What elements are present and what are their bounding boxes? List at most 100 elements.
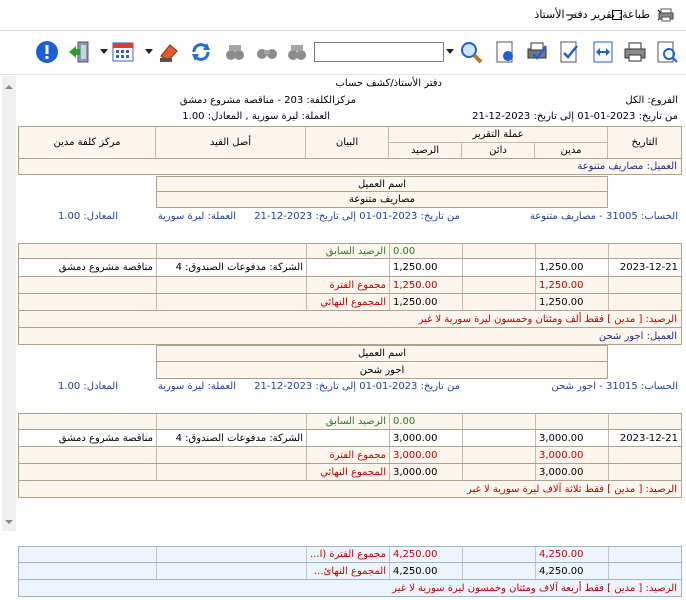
cost-center-cell: مناقصة مشروع دمشق [58,432,153,444]
client-name-label: اسم العميل [156,176,608,192]
debit-cell: 1,250.00 [535,259,608,276]
col-statement: البيان [306,127,389,158]
binoculars-icon [257,49,277,59]
balance-words: الرصيد: [ مدين ] فقط ثلاثة آلاف ليرة سور… [467,484,677,495]
period-balance: 1,250.00 [393,279,438,291]
final-balance: 3,000.00 [389,464,462,480]
final-debit: 1,250.00 [535,294,608,310]
grand-period-total-row: مجموع الفترة (ا... 4,250.00 4,250.00 [18,546,682,563]
column-header: مركز كلفة مدين أصل القيد البيان عملة الت… [18,126,682,159]
document-search-icon [657,41,678,63]
table-row: مناقصة مشروع دمشق الشركة: مدفوعات الصندو… [18,259,682,277]
balance-words-row: الرصيد: [ مدين ] فقط ثلاثة آلاف ليرة سور… [18,481,682,498]
printer-icon [624,42,646,62]
balance-words: الرصيد: [ مدين ] فقط ألف ومئتان وخمسون ل… [418,314,677,325]
chevron-down-icon[interactable] [446,49,454,55]
toolbar [0,31,686,75]
printer-check-icon [527,42,547,60]
search-input[interactable] [314,42,444,62]
period-debit: 3,000.00 [539,449,584,461]
period-total-row: مجموع الفترة 3,000.00 3,000.00 [18,447,682,464]
account-line: الحساب: 31015 - اجور شحن [551,381,678,392]
grand-final-label: المجموع النهائ... [313,565,386,577]
print-options-button[interactable] [654,39,680,65]
approve-button[interactable] [556,39,582,65]
debit-cell: 3,000.00 [535,430,608,446]
balance-words-row: الرصيد: [ مدين ] فقط ألف ومئتان وخمسون ل… [18,311,682,328]
final-total-row: المجموع النهائي 3,000.00 3,000.00 [18,464,682,481]
period-balance: 3,000.00 [393,449,438,461]
refresh-button[interactable] [188,39,214,65]
account-line: الحساب: 31005 - مصاريف متنوعة [529,211,678,222]
page-setup-button[interactable] [492,39,518,65]
client-name-label: اسم العميل [156,345,608,362]
client-label: العميل: مصاريف متنوعة [577,161,677,172]
search-button[interactable] [458,39,484,65]
magnifier-icon [461,42,483,64]
refresh-icon [192,43,210,61]
date-cell: 2023-12-21 [608,430,681,446]
client-name: مصاريف متنوعة [156,192,608,208]
final-total-label: المجموع النهائي [320,466,386,478]
scroll-down-icon[interactable] [2,517,16,527]
group-client-row: العميل: اجور شحن [18,328,682,345]
find-previous-button[interactable] [284,39,310,65]
calendar-icon [112,42,134,62]
vertical-scrollbar[interactable] [2,76,16,531]
equivalent-line: المعادل: 1.00 [57,211,118,222]
scroll-up-icon[interactable] [2,82,16,92]
clear-button[interactable] [156,39,182,65]
final-total-row: المجموع النهائي 1,250.00 1,250.00 [18,294,682,311]
balance-cell: 1,250.00 [389,259,462,276]
page-settings-icon [496,41,513,63]
print-preview-button[interactable] [524,39,550,65]
col-report-currency: عملة التقرير [389,127,608,143]
help-button[interactable] [34,39,60,65]
date-cell: 2023-12-21 [608,259,681,276]
fit-width-button[interactable] [590,39,616,65]
binoculars-previous-icon [288,45,306,60]
currency-line: العملة: ليرة سورية [157,211,236,222]
previous-balance-value: 0.00 [393,416,416,427]
currency-line: العملة: ليرة سورية [157,381,236,392]
col-debit-cost-center: مركز كلفة مدين [19,127,156,158]
balance-cell: 3,000.00 [389,430,462,446]
from-to-line: من تاريخ: 2023-01-01 إلى تاريخ: 2023-12-… [254,381,460,392]
title-bar: طباعة: تقرير دفتر الأستاذ [0,0,686,31]
period-total-label: مجموع الفترة [329,279,386,291]
grand-balance-words-row: الرصيد: [ مدين ] فقط أربعة آلاف ومئتان و… [18,580,682,597]
grand-final-debit: 4,250.00 [535,563,608,579]
previous-balance-label: الرصيد السابق [325,416,386,427]
statement-cell: الشركة: مدفوعات الصندوق: 4 [156,430,306,446]
from-to-line: من تاريخ: 2023-01-01 إلى تاريخ: 2023-12-… [254,211,460,222]
chevron-down-icon[interactable] [100,49,108,55]
period-debit: 1,250.00 [539,279,584,291]
document-check-icon [560,41,578,63]
print-button[interactable] [622,39,648,65]
binoculars-next-icon [226,45,244,60]
client-label: العميل: اجور شحن [598,331,677,342]
final-balance: 1,250.00 [389,294,462,310]
grand-balance-words: الرصيد: [ مدين ] فقط أربعة آلاف ومئتان و… [392,583,677,594]
final-debit: 3,000.00 [535,464,608,480]
find-button[interactable] [254,39,280,65]
final-total-label: المجموع النهائي [320,296,386,308]
exit-button[interactable] [66,39,92,65]
cost-center-line: مركزالكلفة: 203 - مناقصة مشروع دمشق [179,95,356,106]
col-debit: مدين [535,143,608,158]
equivalent-line: المعادل: 1.00 [57,381,118,392]
grand-period-balance: 4,250.00 [393,549,438,560]
table-row: مناقصة مشروع دمشق الشركة: مدفوعات الصندو… [18,430,682,447]
find-next-button[interactable] [222,39,248,65]
exit-door-icon [69,41,89,63]
col-credit: دائن [462,143,535,158]
chevron-down-icon[interactable] [145,49,153,55]
client-name: اجور شحن [156,362,608,379]
col-balance: الرصيد [389,143,462,158]
calendar-button[interactable] [110,39,136,65]
date-range-line: من تاريخ: 2023-01-01 إلى تاريخ: 2023-12-… [472,111,678,122]
group-client-row: العميل: مصاريف متنوعة [18,159,682,175]
cost-center-cell: مناقصة مشروع دمشق [58,262,153,273]
grand-period-debit: 4,250.00 [539,549,584,560]
period-total-label: مجموع الفترة [329,449,386,461]
